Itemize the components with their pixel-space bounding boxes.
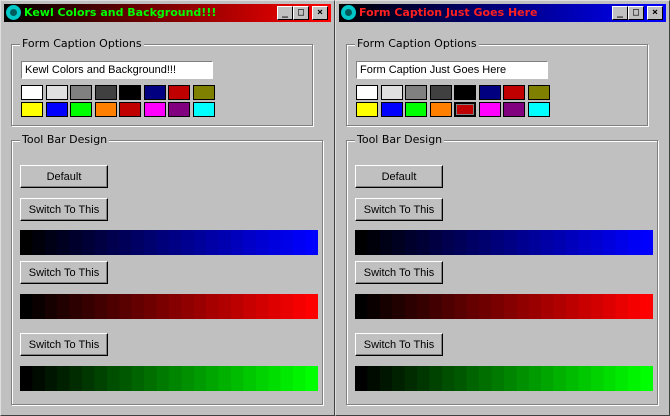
- switch-to-blue-button[interactable]: Switch To This: [20, 198, 108, 221]
- color-swatch[interactable]: [45, 102, 68, 117]
- color-swatch[interactable]: [143, 102, 166, 117]
- color-swatch[interactable]: [478, 85, 501, 100]
- form-caption-options-group: Form Caption Options: [346, 37, 648, 126]
- color-swatch[interactable]: [527, 102, 550, 117]
- color-swatch[interactable]: [21, 85, 43, 100]
- color-swatch[interactable]: [429, 102, 452, 117]
- form-caption-options-group: Form Caption Options: [11, 37, 313, 126]
- group-title: Tool Bar Design: [20, 133, 110, 146]
- color-swatch[interactable]: [168, 102, 190, 117]
- tool-bar-design-group: Tool Bar Design Default Switch To This S…: [346, 133, 658, 405]
- red-gradient-preview: [355, 294, 653, 319]
- color-swatch[interactable]: [503, 85, 525, 100]
- color-swatch[interactable]: [356, 85, 378, 100]
- window-title: Kewl Colors and Background!!!: [24, 6, 217, 19]
- color-swatch[interactable]: [429, 85, 452, 100]
- color-swatch[interactable]: [405, 85, 427, 100]
- close-button[interactable]: ×: [647, 6, 663, 20]
- color-swatch[interactable]: [70, 102, 92, 117]
- color-swatch[interactable]: [356, 102, 378, 117]
- color-swatch[interactable]: [21, 102, 43, 117]
- color-swatch[interactable]: [503, 102, 525, 117]
- close-button[interactable]: ×: [312, 6, 328, 20]
- window-right: Form Caption Just Goes Here _ □ × Form C…: [335, 0, 670, 416]
- color-swatch[interactable]: [45, 85, 68, 100]
- color-swatch[interactable]: [70, 85, 92, 100]
- color-swatch[interactable]: [405, 102, 427, 117]
- app-icon[interactable]: [6, 5, 21, 20]
- title-bar[interactable]: Kewl Colors and Background!!! _ □ ×: [4, 4, 331, 22]
- switch-to-green-button[interactable]: Switch To This: [20, 333, 108, 356]
- maximize-button[interactable]: □: [293, 6, 309, 20]
- group-title: Tool Bar Design: [355, 133, 445, 146]
- group-title: Form Caption Options: [355, 37, 479, 50]
- default-button[interactable]: Default: [20, 165, 108, 188]
- color-swatch[interactable]: [192, 85, 215, 100]
- switch-to-green-button[interactable]: Switch To This: [355, 333, 443, 356]
- color-swatch[interactable]: [454, 102, 476, 117]
- switch-to-blue-button[interactable]: Switch To This: [355, 198, 443, 221]
- color-swatch[interactable]: [478, 102, 501, 117]
- red-gradient-preview: [20, 294, 318, 319]
- title-bar[interactable]: Form Caption Just Goes Here _ □ ×: [339, 4, 666, 22]
- switch-to-red-button[interactable]: Switch To This: [355, 261, 443, 284]
- color-swatch[interactable]: [380, 85, 403, 100]
- app-icon[interactable]: [341, 5, 356, 20]
- group-title: Form Caption Options: [20, 37, 144, 50]
- minimize-button[interactable]: _: [277, 6, 293, 20]
- green-gradient-preview: [20, 366, 318, 391]
- caption-input[interactable]: [21, 61, 213, 79]
- blue-gradient-preview: [355, 230, 653, 255]
- default-button[interactable]: Default: [355, 165, 443, 188]
- window-left: Kewl Colors and Background!!! _ □ × Form…: [0, 0, 335, 416]
- color-swatch[interactable]: [143, 85, 166, 100]
- minimize-button[interactable]: _: [612, 6, 628, 20]
- color-swatches: [21, 85, 217, 119]
- color-swatch[interactable]: [527, 85, 550, 100]
- color-swatch[interactable]: [192, 102, 215, 117]
- maximize-button[interactable]: □: [628, 6, 644, 20]
- tool-bar-design-group: Tool Bar Design Default Switch To This S…: [11, 133, 323, 405]
- color-swatch[interactable]: [380, 102, 403, 117]
- color-swatches: [356, 85, 552, 119]
- caption-input[interactable]: [356, 61, 548, 79]
- color-swatch[interactable]: [168, 85, 190, 100]
- color-swatch[interactable]: [94, 102, 117, 117]
- color-swatch[interactable]: [454, 85, 476, 100]
- window-title: Form Caption Just Goes Here: [359, 6, 538, 19]
- switch-to-red-button[interactable]: Switch To This: [20, 261, 108, 284]
- blue-gradient-preview: [20, 230, 318, 255]
- green-gradient-preview: [355, 366, 653, 391]
- color-swatch[interactable]: [119, 102, 141, 117]
- color-swatch[interactable]: [94, 85, 117, 100]
- color-swatch[interactable]: [119, 85, 141, 100]
